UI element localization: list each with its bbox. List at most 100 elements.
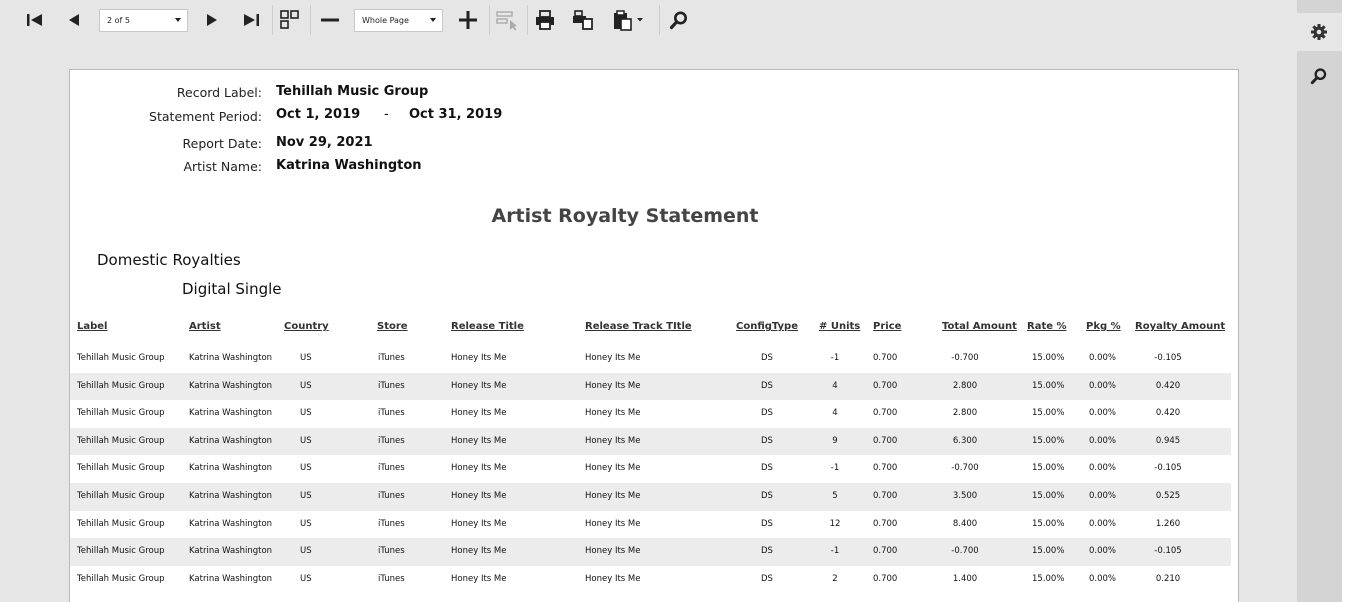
table-body: Tehillah Music Group Katrina Washington US… [70,345,1238,593]
page-selector[interactable]: 2 of 5 [99,9,188,32]
export-icon[interactable] [611,6,647,34]
cell-label: Tehillah Music Group [77,518,165,529]
cell-release-track-title: Honey Its Me [585,518,641,529]
next-page-icon[interactable] [202,6,222,34]
sidebar-search-tab[interactable] [1297,58,1342,94]
viewer-toolbar: 2 of 5 Whole Page [0,0,1297,42]
toolbar-divider [489,5,490,35]
table-row: Tehillah Music Group Katrina Washington US… [70,538,1231,566]
select-tool-icon[interactable] [494,6,520,34]
cell-config-type: DS [761,380,773,391]
record-label-label: Record Label: [176,85,262,100]
report-date-label: Report Date: [182,136,263,151]
cell-rate: 15.00% [1032,353,1065,363]
column-header-total-amount[interactable]: Total Amount [942,321,1017,332]
cell-store: iTunes [378,546,405,557]
previous-page-icon[interactable] [64,6,84,34]
sidebar-settings-tab[interactable] [1297,13,1342,51]
toolbar-divider [310,5,311,35]
cell-country: US [300,463,312,474]
column-header-artist[interactable]: Artist [189,321,221,332]
multipage-icon[interactable] [278,6,302,34]
cell-label: Tehillah Music Group [77,380,165,391]
last-page-icon[interactable] [240,6,262,34]
cell-release-title: Honey Its Me [451,573,507,584]
column-header-release-track-title[interactable]: Release Track TItle [585,321,692,332]
statement-period-start: Oct 1, 2019 [276,107,361,122]
subsection-heading: Digital Single [182,280,282,298]
cell-release-track-title: Honey Its Me [585,435,641,446]
cell-release-title: Honey Its Me [451,518,507,529]
cell-artist: Katrina Washington [189,518,273,529]
toolbar-divider [659,5,660,35]
column-header-units[interactable]: # Units [819,321,860,332]
column-header-pkg[interactable]: Pkg % [1086,321,1121,332]
cell-country: US [300,380,312,391]
print-page-icon[interactable] [570,6,596,34]
scroll-edge [1342,0,1349,602]
column-header-release-title[interactable]: Release Title [451,321,524,332]
zoom-in-icon[interactable] [456,6,480,34]
cell-price: 0.700 [873,435,898,446]
cell-rate: 15.00% [1032,380,1065,391]
cell-price: 0.700 [873,408,898,419]
cell-label: Tehillah Music Group [77,490,165,501]
cell-rate: 15.00% [1032,435,1065,446]
cell-label: Tehillah Music Group [77,546,165,557]
cell-total-amount: 2.800 [952,380,978,391]
zoom-selector-value: Whole Page [362,16,409,25]
column-header-country[interactable]: Country [284,321,329,332]
column-header-store[interactable]: Store [377,321,408,332]
report-title: Artist Royalty Statement [491,205,759,227]
column-header-royalty-amount[interactable]: Royalty Amount [1135,321,1225,332]
cell-royalty-amount: 0.210 [1155,573,1181,584]
search-icon [1310,68,1327,85]
cell-units: 4 [832,408,838,419]
cell-artist: Katrina Washington [189,463,273,474]
cell-store: iTunes [378,573,405,584]
toolbar-divider [527,5,528,35]
cell-rate: 15.00% [1032,573,1065,584]
cell-release-title: Honey Its Me [451,435,507,446]
cell-pkg: 0.00% [1089,435,1117,446]
cell-artist: Katrina Washington [189,546,273,557]
cell-royalty-amount: -0.105 [1154,546,1182,557]
cell-release-track-title: Honey Its Me [585,573,641,584]
cell-pkg: 0.00% [1089,490,1117,501]
cell-country: US [300,573,312,584]
cell-rate: 15.00% [1032,408,1065,419]
first-page-icon[interactable] [24,6,46,34]
chevron-down-icon [430,18,436,22]
cell-royalty-amount: 1.260 [1155,518,1181,529]
zoom-selector[interactable]: Whole Page [354,9,443,32]
cell-units: -1 [830,463,840,474]
cell-store: iTunes [378,490,405,501]
column-header-rate[interactable]: Rate % [1027,321,1067,332]
cell-units: 2 [832,573,838,584]
cell-rate: 15.00% [1032,518,1065,529]
cell-release-track-title: Honey Its Me [585,490,641,501]
column-header-label[interactable]: Label [77,321,108,332]
cell-royalty-amount: 0.945 [1155,435,1181,446]
cell-royalty-amount: -0.105 [1154,463,1182,474]
cell-price: 0.700 [873,380,898,391]
cell-artist: Katrina Washington [189,380,273,391]
cell-units: 9 [832,435,838,446]
column-header-price[interactable]: Price [873,321,901,332]
cell-units: 5 [832,490,838,501]
artist-name-label: Artist Name: [183,159,262,174]
print-icon[interactable] [532,6,558,34]
zoom-out-icon[interactable] [318,6,342,34]
search-icon[interactable] [667,6,691,34]
cell-config-type: DS [761,353,773,363]
cell-pkg: 0.00% [1089,546,1117,557]
cell-royalty-amount: 0.420 [1155,408,1181,419]
cell-label: Tehillah Music Group [77,353,165,363]
page-selector-value: 2 of 5 [107,16,130,25]
cell-country: US [300,546,312,557]
cell-country: US [300,353,312,363]
cell-pkg: 0.00% [1089,463,1117,474]
column-header-config-type[interactable]: ConfigType [736,321,798,332]
cell-price: 0.700 [873,353,898,363]
cell-units: 4 [832,380,838,391]
